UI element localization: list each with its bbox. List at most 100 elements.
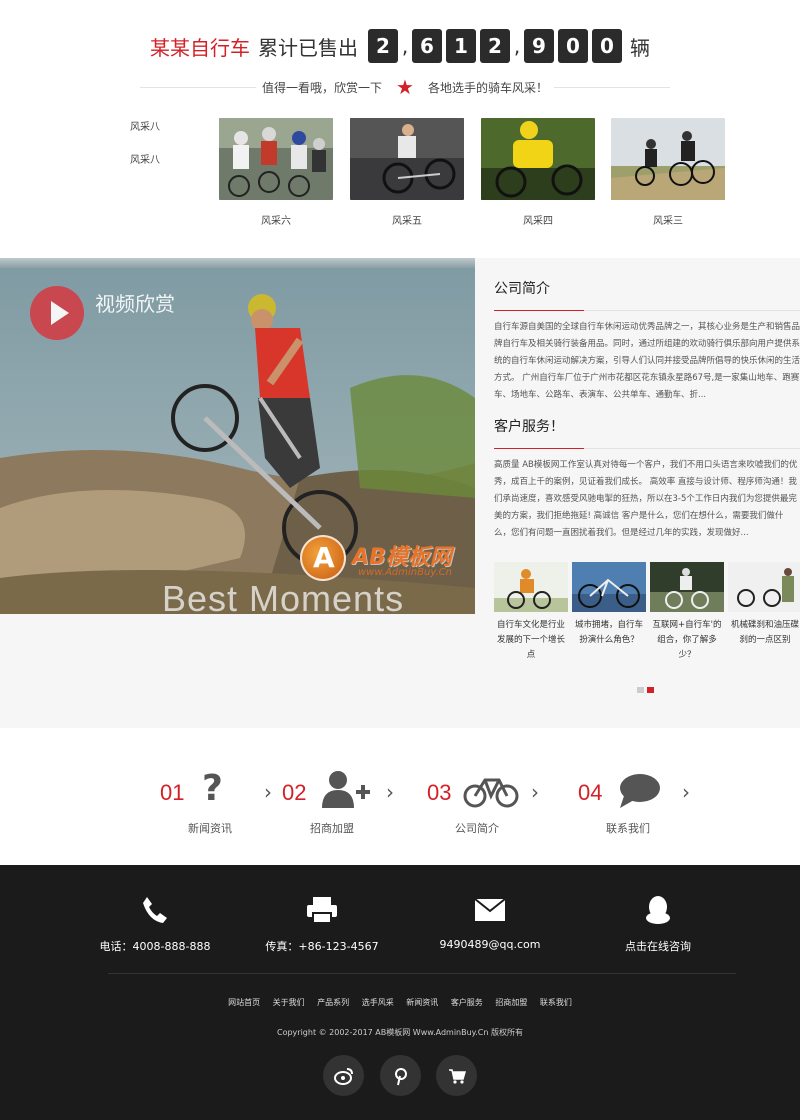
footer-nav: 网站首页 关于我们 产品系列 选手风采 新闻资讯 客户服务 招商加盟 联系我们 — [0, 997, 800, 1008]
footer-link-products[interactable]: 产品系列 — [317, 997, 349, 1008]
feature-number: 03 — [427, 780, 452, 805]
service-text: 高质量 AB模板网工作室认真对待每一个客户，我们不用口头语言来吹嘘我们的优秀，成… — [494, 460, 798, 538]
carousel-dot-active[interactable] — [647, 687, 654, 693]
footer-link-service[interactable]: 客户服务 — [451, 997, 483, 1008]
qq-icon — [646, 896, 670, 924]
broken-image-item[interactable]: 风采八 风采八 — [120, 118, 170, 166]
chevron-right-icon: › — [386, 780, 394, 804]
footer-link-news[interactable]: 新闻资讯 — [406, 997, 438, 1008]
contact-email[interactable]: 9490489@qq.com — [400, 895, 580, 951]
brand-name: 某某自行车 — [150, 35, 250, 60]
footer-link-join[interactable]: 招商加盟 — [495, 997, 527, 1008]
gallery-photo[interactable] — [219, 118, 333, 200]
feature-row: 01 ? › 新闻资讯 02 › 招商加盟 03 › 公司简介 04 › 联系我… — [0, 768, 800, 838]
gallery-photo[interactable] — [611, 118, 725, 200]
cart-button[interactable] — [435, 1055, 477, 1096]
feature-number: 02 — [282, 780, 307, 805]
news-title: 互联网+自行车'的组合，你了解多少？ — [652, 620, 722, 660]
news-photo[interactable] — [728, 562, 800, 612]
rider-gallery: 风采八 风采八 风采六 风采五 风采四 风采三 — [120, 118, 740, 228]
weibo-icon — [334, 1068, 354, 1085]
footer-link-home[interactable]: 网站首页 — [228, 997, 260, 1008]
news-photo[interactable] — [494, 562, 568, 612]
feature-number: 01 — [160, 780, 185, 805]
footer-link-about[interactable]: 关于我们 — [273, 997, 305, 1008]
about-title[interactable]: 公司简介 — [494, 278, 800, 311]
phone-text: 电话：4008-888-888 — [99, 940, 211, 953]
news-item[interactable]: 互联网+自行车'的组合，你了解多少？ — [650, 562, 724, 663]
gallery-item[interactable]: 风采四 — [481, 118, 595, 227]
service-title[interactable]: 客户服务！ — [494, 416, 800, 449]
news-item[interactable]: 城市拥堵，自行车扮演什么角色？ — [572, 562, 646, 648]
gallery-item[interactable]: 风采六 — [219, 118, 333, 227]
footer-divider — [108, 973, 736, 974]
news-carousel: 自行车文化是行业发展的下一个增长点 城市拥堵，自行车扮演什么角色？ 互联网+自行… — [494, 562, 800, 682]
envelope-icon — [474, 898, 506, 921]
gallery-label: 风采三 — [653, 216, 683, 227]
news-title: 城市拥堵，自行车扮演什么角色？ — [574, 620, 643, 645]
contact-phone: 电话：4008-888-888 — [65, 895, 245, 954]
news-item[interactable]: 自行车文化是行业发展的下一个增长点 — [494, 562, 568, 663]
counter-digit: 1 — [446, 29, 476, 63]
bicycle-icon — [463, 778, 519, 808]
carousel-dot[interactable] — [637, 687, 644, 693]
gallery-photo[interactable] — [481, 118, 595, 200]
counter-unit: 辆 — [630, 35, 650, 60]
copyright: Copyright © 2002-2017 AB模板网 Www.AdminBuy… — [276, 1028, 524, 1037]
watermark-url: www.AdminBuy.Cn — [358, 567, 452, 578]
gallery-label: 风采五 — [392, 216, 422, 227]
gallery-photo[interactable] — [350, 118, 464, 200]
counter-digit: 2 — [368, 29, 398, 63]
gallery-label: 风采四 — [523, 216, 553, 227]
contact-fax: 传真：+86-123-4567 — [232, 895, 412, 954]
feature-label: 联系我们 — [606, 822, 650, 835]
counter-separator: , — [513, 34, 521, 58]
online-text[interactable]: 点击在线咨询 — [568, 938, 748, 954]
tagline-left: 值得一看哦，欣赏一下 — [256, 78, 389, 96]
news-title: 机械碟刹和油压碟刹的一点区别 — [730, 620, 799, 645]
fax-text: 传真：+86-123-4567 — [265, 940, 379, 953]
phone-icon — [143, 897, 167, 923]
social-links — [0, 1055, 800, 1096]
email-text[interactable]: 9490489@qq.com — [400, 938, 580, 951]
video-title: 视频欣赏 — [95, 292, 175, 316]
pinterest-icon — [394, 1068, 407, 1086]
play-icon[interactable] — [30, 286, 84, 340]
video-section: 视频欣赏 Best Moments AB模板网 www.AdminBuy.Cn … — [0, 258, 800, 728]
feature-label: 新闻资讯 — [188, 822, 232, 835]
counter-digit: 0 — [592, 29, 622, 63]
star-icon: ★ — [388, 75, 422, 99]
counter-digit: 6 — [412, 29, 442, 63]
gallery-label: 风采六 — [261, 216, 291, 227]
carousel-pagination — [637, 678, 657, 697]
pinterest-button[interactable] — [379, 1055, 421, 1096]
chevron-right-icon: › — [264, 780, 272, 804]
weibo-button[interactable] — [323, 1055, 365, 1096]
gallery-item[interactable]: 风采三 — [611, 118, 725, 227]
cart-icon — [448, 1069, 466, 1084]
counter-separator: , — [401, 34, 409, 58]
news-photo[interactable] — [650, 562, 724, 612]
chat-bubble-icon — [620, 774, 660, 808]
sales-counter: 某某自行车 累计已售出 2 , 6 1 2 , 9 0 0 辆 — [0, 26, 800, 66]
contact-online[interactable]: 点击在线咨询 — [568, 895, 748, 954]
feature-label: 公司简介 — [455, 822, 499, 835]
tagline-right: 各地选手的骑车风采！ — [421, 78, 554, 96]
counter-text: 累计已售出 — [258, 35, 358, 60]
news-photo[interactable] — [572, 562, 646, 612]
broken-image-alt: 风采八 — [130, 122, 160, 133]
info-panel: 公司简介 自行车源自美国的全球自行车休闲运动优秀品牌之一，其核心业务是生产和销售… — [494, 278, 800, 542]
footer: 电话：4008-888-888 传真：+86-123-4567 9490489@… — [0, 865, 800, 1120]
chevron-right-icon: › — [682, 780, 690, 804]
chevron-right-icon: › — [531, 780, 539, 804]
footer-link-contact[interactable]: 联系我们 — [540, 997, 572, 1008]
footer-link-riders[interactable]: 选手风采 — [362, 997, 394, 1008]
counter-digit: 2 — [480, 29, 510, 63]
news-item[interactable]: 机械碟刹和油压碟刹的一点区别 — [728, 562, 800, 648]
printer-icon — [307, 897, 337, 924]
add-user-icon — [322, 771, 370, 808]
svg-text:?: ? — [202, 770, 223, 809]
gallery-item[interactable]: 风采五 — [350, 118, 464, 227]
counter-digit: 9 — [524, 29, 554, 63]
feature-label: 招商加盟 — [310, 822, 354, 835]
